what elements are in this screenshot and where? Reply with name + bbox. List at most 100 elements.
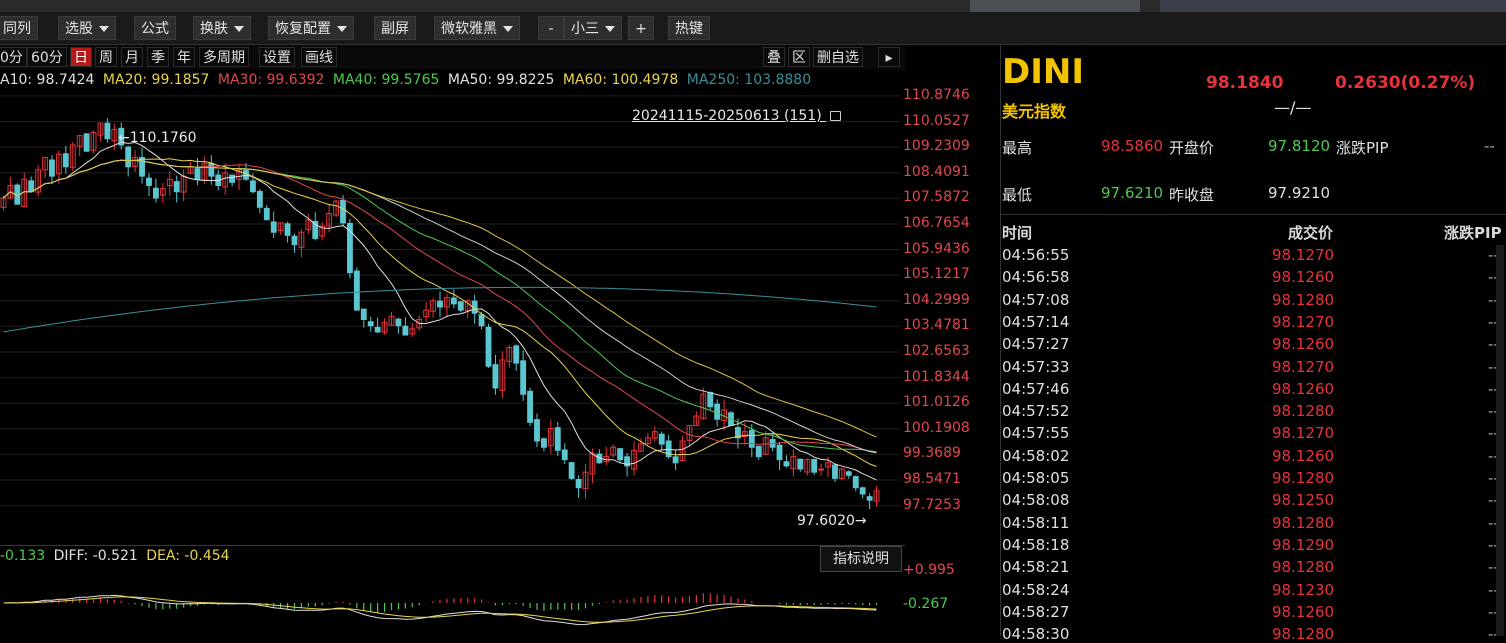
quote-divider <box>1001 214 1506 215</box>
period-tab-minute[interactable]: 0分 <box>0 47 27 67</box>
macd-bar <box>640 597 641 603</box>
period-tab-year[interactable]: 年 <box>173 47 195 67</box>
toolbar-skin-button[interactable]: 换肤 <box>193 16 251 40</box>
tick-scrollbar[interactable] <box>1496 245 1504 636</box>
candle-body <box>50 160 55 176</box>
candle-body <box>361 309 366 319</box>
macd-bar <box>689 596 690 603</box>
ma250-value: MA250: 103.8880 <box>687 72 811 88</box>
macd-bar <box>675 597 676 603</box>
tick-time: 04:56:55 <box>1002 246 1069 264</box>
toolbar-same-column-button[interactable]: 同列 <box>0 16 38 40</box>
macd-bar <box>717 594 718 603</box>
candle-body <box>368 322 373 326</box>
candle-body <box>396 319 401 326</box>
period-tab-season[interactable]: 季 <box>147 47 169 67</box>
tick-price: 98.1260 <box>1272 335 1334 353</box>
period-tab-week[interactable]: 周 <box>95 47 117 67</box>
macd-bar <box>848 603 849 604</box>
high-price-marker: ←110.1760 <box>118 130 197 146</box>
remove-watchlist-button[interactable]: 删自选 <box>813 47 863 67</box>
macd-bar <box>377 603 378 613</box>
macd-bar <box>405 603 406 609</box>
toolbar-restore-config-button[interactable]: 恢复配置 <box>268 16 354 40</box>
period-bar: 0分 60分 日 周 月 季 年 多周期 设置 画线 叠 区 删自选 ▸ <box>0 45 905 69</box>
settings-tab[interactable]: 设置 <box>259 47 295 67</box>
main-toolbar: 同列 选股 公式 换肤 恢复配置 副屏 微软雅黑 - 小三 + 热键 <box>0 12 1506 45</box>
price-axis-label: 101.0126 <box>903 394 970 410</box>
tick-time: 04:58:02 <box>1002 447 1069 465</box>
date-range-label[interactable]: 20241115-20250613 (151) <box>632 108 841 124</box>
candle-body <box>264 208 269 219</box>
macd-bar <box>412 603 413 607</box>
toolbar-font-select[interactable]: 微软雅黑 <box>434 16 520 40</box>
period-tab-month[interactable]: 月 <box>121 47 143 67</box>
ma10-value: A10: 98.7424 <box>0 72 94 88</box>
candle-body <box>521 361 526 394</box>
font-size-increase-button[interactable]: + <box>628 16 654 40</box>
price-axis-label: 108.4091 <box>903 164 970 180</box>
candle-body <box>486 327 491 366</box>
candle-body <box>209 163 214 176</box>
macd-bar <box>751 601 752 603</box>
macd-bar <box>869 603 870 605</box>
toolbar-secondary-screen-button[interactable]: 副屏 <box>374 16 416 40</box>
tick-price: 98.1230 <box>1272 581 1334 599</box>
dea-value: DEA: -0.454 <box>146 548 229 564</box>
font-size-select[interactable]: 小三 <box>564 16 622 40</box>
strip-block <box>1160 0 1506 12</box>
overlay-button[interactable]: 叠 <box>763 47 785 67</box>
price-axis-label: 103.4781 <box>903 317 970 333</box>
candlestick-chart[interactable] <box>0 92 900 542</box>
period-tab-60min[interactable]: 60分 <box>27 47 67 67</box>
candle-body <box>63 154 68 167</box>
quote-open-label: 开盘价 <box>1169 137 1214 158</box>
tick-price: 98.1270 <box>1272 358 1334 376</box>
quote-prev-close-value: 97.9210 <box>1268 184 1330 202</box>
draw-line-tab[interactable]: 画线 <box>301 47 337 67</box>
ma20-value: MA20: 99.1857 <box>103 72 210 88</box>
tick-time: 04:58:05 <box>1002 469 1069 487</box>
macd-bar <box>148 603 149 608</box>
toolbar-formula-button[interactable]: 公式 <box>134 16 176 40</box>
macd-chart <box>0 570 900 636</box>
price-axis-label: 110.0527 <box>903 113 970 129</box>
strip-block <box>970 0 1140 12</box>
toolbar-stock-picker-button[interactable]: 选股 <box>58 16 116 40</box>
candle-body <box>673 457 678 463</box>
macd-bar <box>703 593 704 603</box>
macd-bar <box>855 603 856 604</box>
candle-body <box>860 488 865 494</box>
macd-bar <box>647 596 648 603</box>
price-axis-label: 105.1217 <box>903 266 970 282</box>
candle-body <box>147 178 152 185</box>
candle-body <box>618 449 623 460</box>
symbol-name: 美元指数 <box>1002 98 1066 122</box>
range-button[interactable]: 区 <box>788 47 810 67</box>
candle-body <box>867 497 872 501</box>
period-tab-day[interactable]: 日 <box>70 47 92 67</box>
tick-price: 98.1270 <box>1272 424 1334 442</box>
macd-bar <box>502 603 503 605</box>
tick-time: 04:58:18 <box>1002 536 1069 554</box>
macd-axis-top: +0.995 <box>903 562 955 578</box>
macd-axis-bottom: -0.267 <box>903 596 948 612</box>
price-axis-label: 98.5471 <box>903 471 961 487</box>
macd-bar <box>419 603 420 605</box>
price-axis-label: 100.1908 <box>903 420 970 436</box>
tick-time: 04:58:27 <box>1002 603 1069 621</box>
macd-bar <box>620 600 621 603</box>
tick-header-price: 成交价 <box>1288 222 1333 243</box>
font-size-decrease-button[interactable]: - <box>538 16 564 40</box>
toolbar-hotkey-button[interactable]: 热键 <box>668 16 710 40</box>
period-tab-multi[interactable]: 多周期 <box>199 47 249 67</box>
collapse-panel-icon[interactable]: ▸ <box>878 47 900 67</box>
candle-body <box>514 346 519 363</box>
tick-price: 98.1260 <box>1272 268 1334 286</box>
macd-bar <box>814 603 815 605</box>
quote-low-label: 最低 <box>1002 184 1032 205</box>
indicator-help-button[interactable]: 指标说明 <box>820 546 902 572</box>
quote-pip-label: 涨跌PIP <box>1336 137 1389 158</box>
macd-bar <box>467 598 468 603</box>
candle-body <box>853 477 858 488</box>
